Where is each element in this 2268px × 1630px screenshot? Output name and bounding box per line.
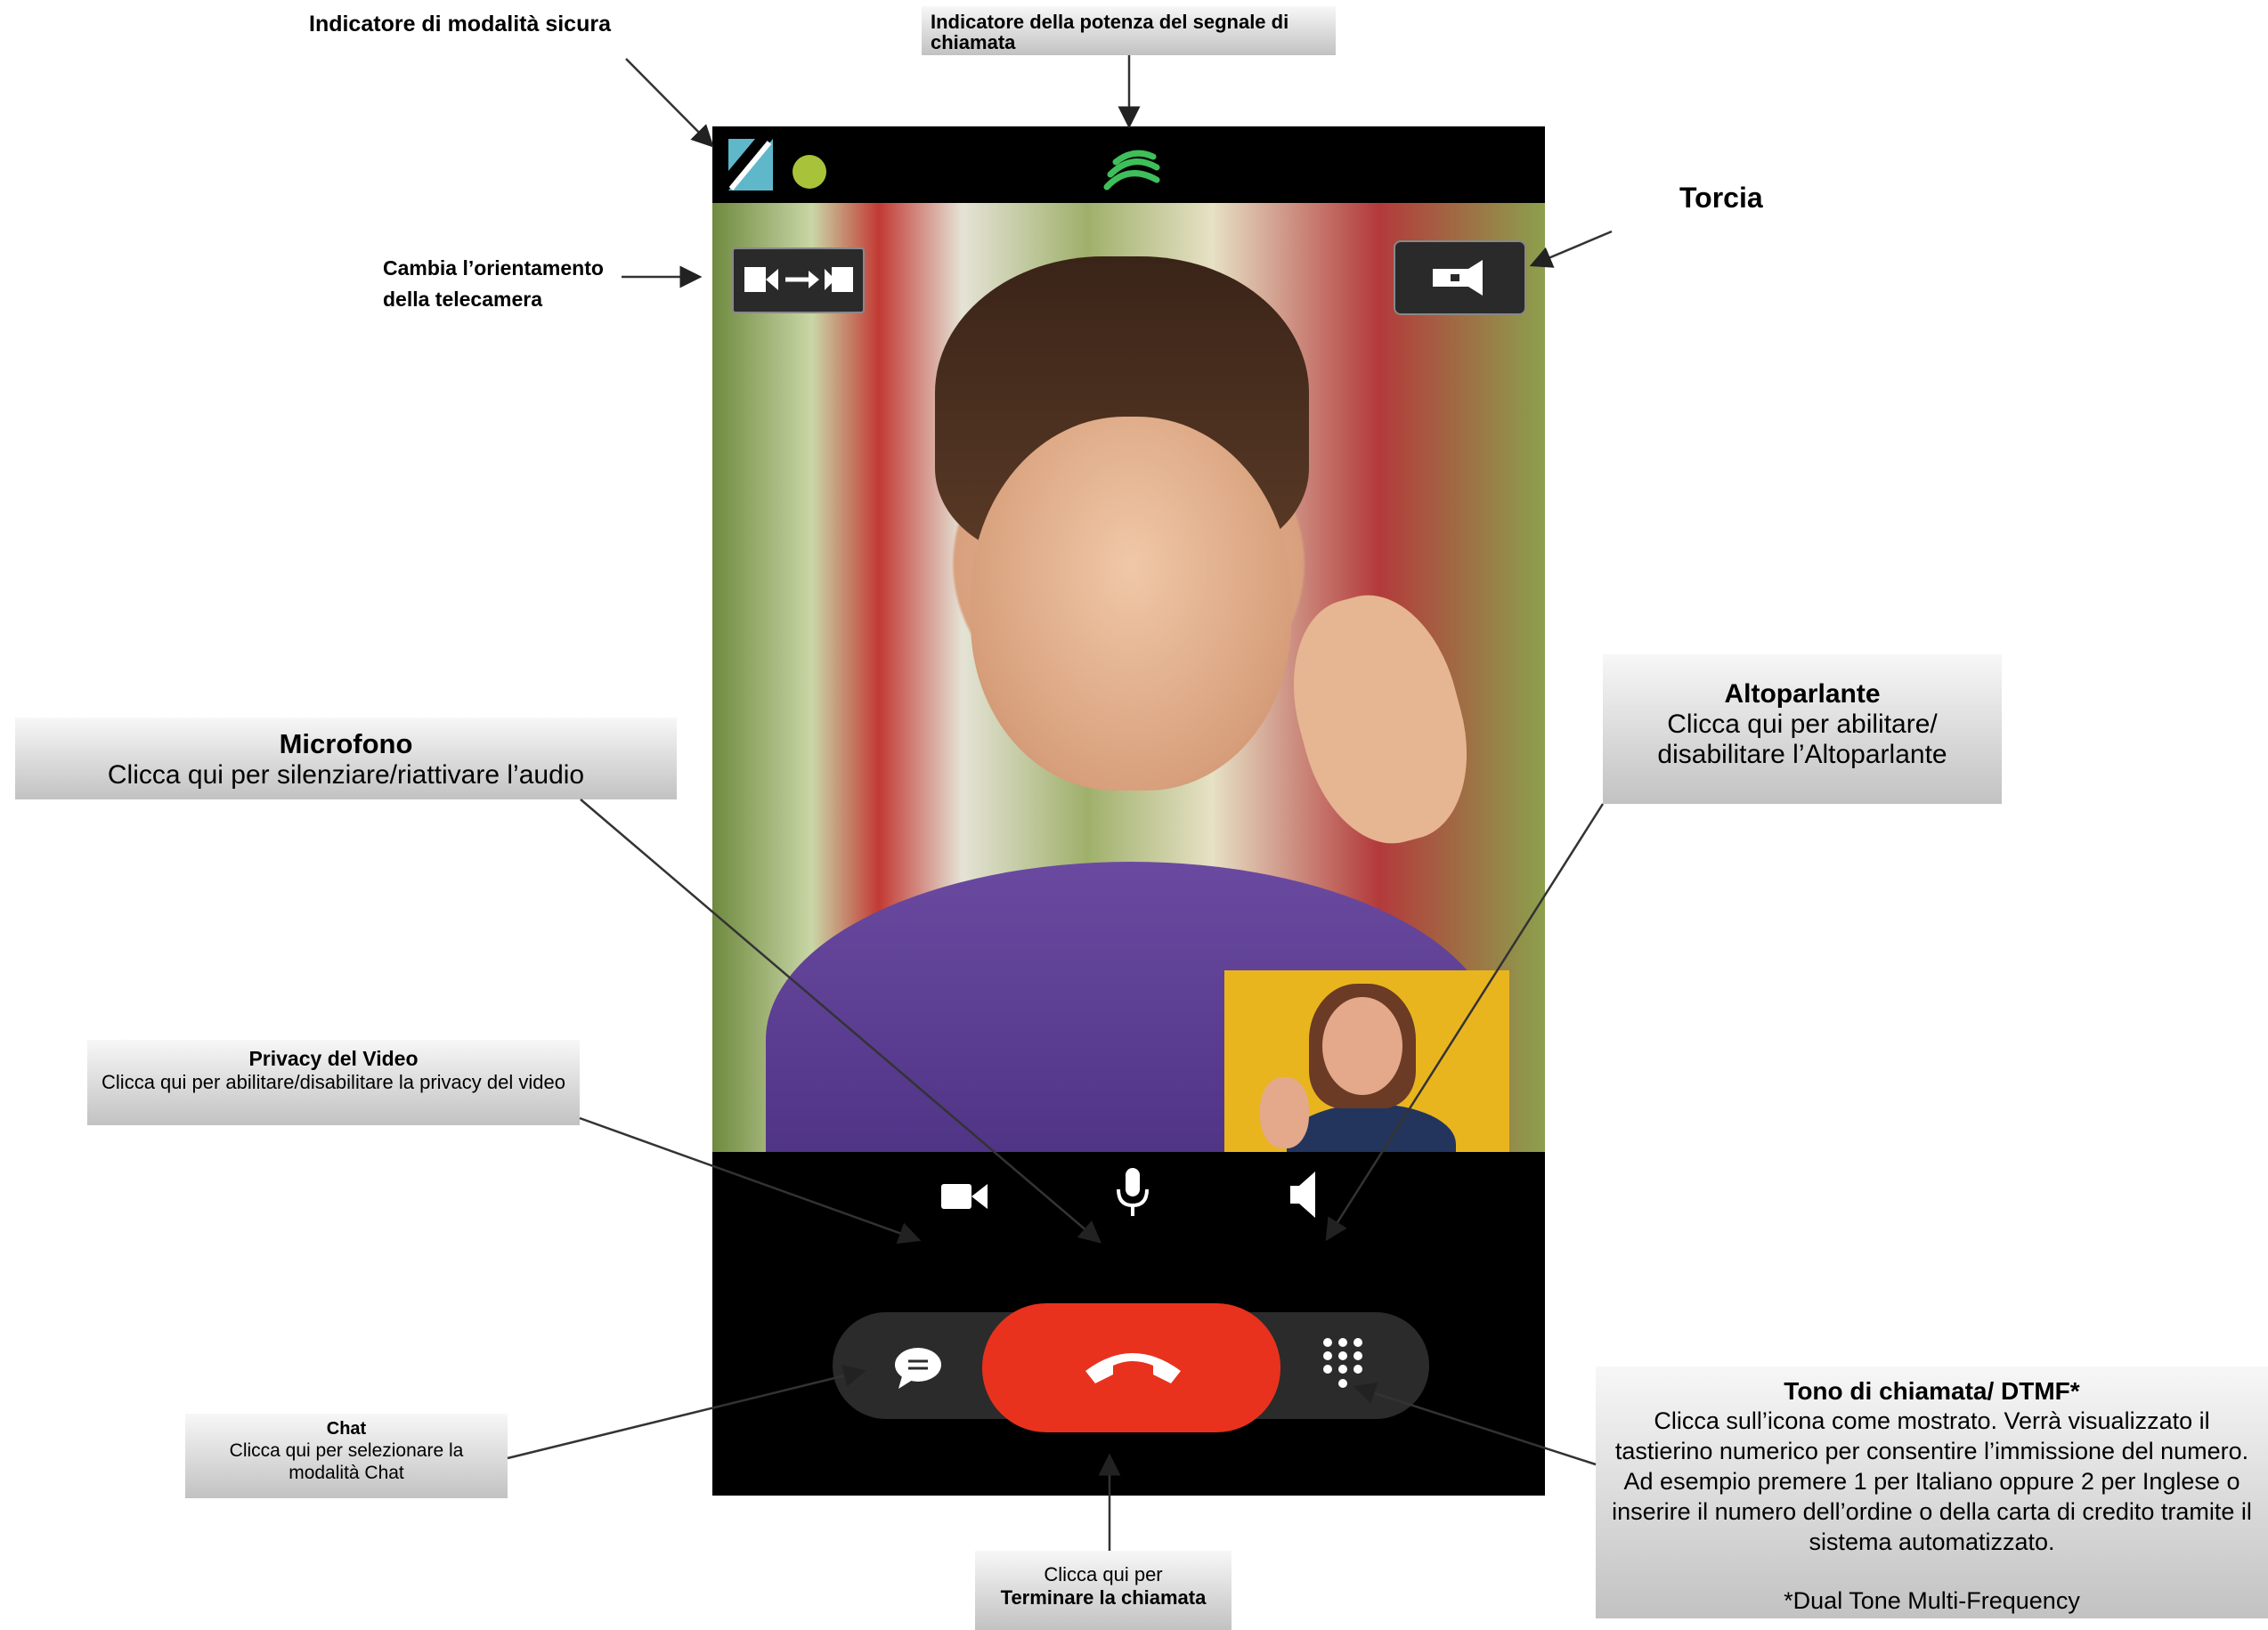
speaker-arrow: [1325, 803, 1605, 1242]
secure-mode-arrow: [625, 58, 714, 148]
torch-arrow: [1529, 230, 1613, 268]
chat-arrow: [507, 1365, 866, 1460]
video-privacy-arrow: [579, 1116, 922, 1245]
annotation-arrows: [507, 55, 1613, 1551]
microphone-arrow: [580, 799, 1101, 1244]
dtmf-arrow: [1353, 1383, 1597, 1466]
